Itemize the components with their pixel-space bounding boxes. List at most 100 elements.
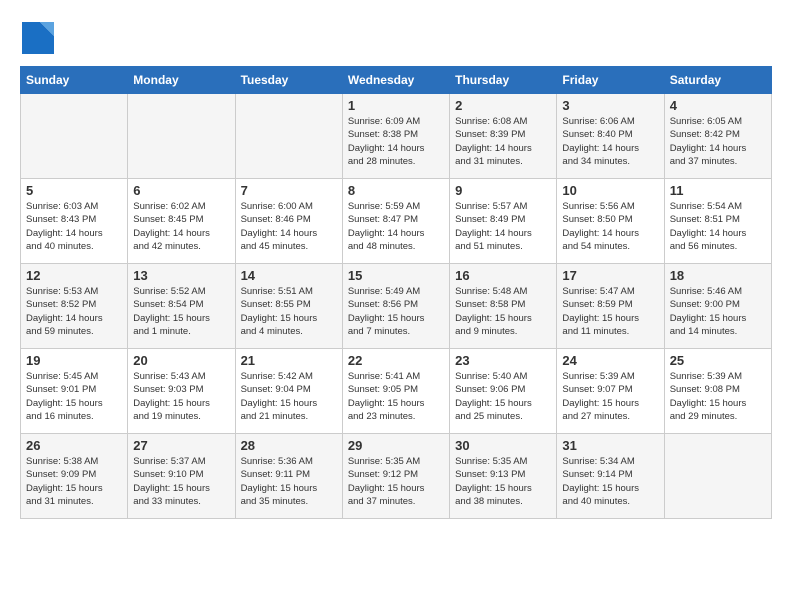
day-info: Sunrise: 6:02 AM Sunset: 8:45 PM Dayligh… (133, 200, 229, 253)
day-number: 21 (241, 353, 337, 368)
calendar-cell: 21 Sunrise: 5:42 AM Sunset: 9:04 PM Dayli… (235, 349, 342, 434)
day-number: 13 (133, 268, 229, 283)
day-info: Sunrise: 5:34 AM Sunset: 9:14 PM Dayligh… (562, 455, 658, 508)
calendar-cell: 12 Sunrise: 5:53 AM Sunset: 8:52 PM Dayli… (21, 264, 128, 349)
calendar-cell: 11 Sunrise: 5:54 AM Sunset: 8:51 PM Dayli… (664, 179, 771, 264)
day-info: Sunrise: 5:39 AM Sunset: 9:08 PM Dayligh… (670, 370, 766, 423)
header-sunday: Sunday (21, 67, 128, 94)
day-number: 6 (133, 183, 229, 198)
day-number: 27 (133, 438, 229, 453)
calendar-cell (21, 94, 128, 179)
day-number: 30 (455, 438, 551, 453)
day-number: 16 (455, 268, 551, 283)
week-row-1: 1 Sunrise: 6:09 AM Sunset: 8:38 PM Daylig… (21, 94, 772, 179)
day-info: Sunrise: 5:49 AM Sunset: 8:56 PM Dayligh… (348, 285, 444, 338)
day-number: 19 (26, 353, 122, 368)
calendar-cell: 1 Sunrise: 6:09 AM Sunset: 8:38 PM Daylig… (342, 94, 449, 179)
week-row-3: 12 Sunrise: 5:53 AM Sunset: 8:52 PM Dayli… (21, 264, 772, 349)
day-number: 24 (562, 353, 658, 368)
day-number: 8 (348, 183, 444, 198)
day-number: 23 (455, 353, 551, 368)
calendar-cell: 15 Sunrise: 5:49 AM Sunset: 8:56 PM Dayli… (342, 264, 449, 349)
header-friday: Friday (557, 67, 664, 94)
day-number: 14 (241, 268, 337, 283)
day-info: Sunrise: 5:41 AM Sunset: 9:05 PM Dayligh… (348, 370, 444, 423)
calendar-cell: 2Sunrise: 6:08 AM Sunset: 8:39 PM Daylig… (450, 94, 557, 179)
header-saturday: Saturday (664, 67, 771, 94)
calendar-cell (664, 434, 771, 519)
calendar-cell (235, 94, 342, 179)
day-info: Sunrise: 5:47 AM Sunset: 8:59 PM Dayligh… (562, 285, 658, 338)
day-number: 25 (670, 353, 766, 368)
day-info: Sunrise: 5:51 AM Sunset: 8:55 PM Dayligh… (241, 285, 337, 338)
calendar-cell: 4Sunrise: 6:05 AM Sunset: 8:42 PM Daylig… (664, 94, 771, 179)
week-row-2: 5Sunrise: 6:03 AM Sunset: 8:43 PM Daylig… (21, 179, 772, 264)
day-number: 3 (562, 98, 658, 113)
calendar-cell: 28 Sunrise: 5:36 AM Sunset: 9:11 PM Dayli… (235, 434, 342, 519)
day-info: Sunrise: 5:56 AM Sunset: 8:50 PM Dayligh… (562, 200, 658, 253)
weekday-header-row: SundayMondayTuesdayWednesdayThursdayFrid… (21, 67, 772, 94)
day-info: Sunrise: 5:59 AM Sunset: 8:47 PM Dayligh… (348, 200, 444, 253)
calendar-cell: 7Sunrise: 6:00 AM Sunset: 8:46 PM Daylig… (235, 179, 342, 264)
week-row-4: 19 Sunrise: 5:45 AM Sunset: 9:01 PM Dayli… (21, 349, 772, 434)
calendar-cell (128, 94, 235, 179)
day-number: 29 (348, 438, 444, 453)
calendar-cell: 18 Sunrise: 5:46 AM Sunset: 9:00 PM Dayli… (664, 264, 771, 349)
day-info: Sunrise: 6:00 AM Sunset: 8:46 PM Dayligh… (241, 200, 337, 253)
header-monday: Monday (128, 67, 235, 94)
header-tuesday: Tuesday (235, 67, 342, 94)
calendar-cell: 25 Sunrise: 5:39 AM Sunset: 9:08 PM Dayli… (664, 349, 771, 434)
day-number: 12 (26, 268, 122, 283)
day-info: Sunrise: 6:05 AM Sunset: 8:42 PM Dayligh… (670, 115, 766, 168)
calendar-cell: 19 Sunrise: 5:45 AM Sunset: 9:01 PM Dayli… (21, 349, 128, 434)
calendar-cell: 29 Sunrise: 5:35 AM Sunset: 9:12 PM Dayli… (342, 434, 449, 519)
calendar-cell: 23 Sunrise: 5:40 AM Sunset: 9:06 PM Dayli… (450, 349, 557, 434)
day-number: 26 (26, 438, 122, 453)
calendar-cell: 17 Sunrise: 5:47 AM Sunset: 8:59 PM Dayli… (557, 264, 664, 349)
calendar-cell: 9 Sunrise: 5:57 AM Sunset: 8:49 PM Daylig… (450, 179, 557, 264)
calendar-cell: 30 Sunrise: 5:35 AM Sunset: 9:13 PM Dayli… (450, 434, 557, 519)
day-number: 1 (348, 98, 444, 113)
calendar-cell: 16 Sunrise: 5:48 AM Sunset: 8:58 PM Dayli… (450, 264, 557, 349)
calendar-cell: 8 Sunrise: 5:59 AM Sunset: 8:47 PM Daylig… (342, 179, 449, 264)
day-info: Sunrise: 5:38 AM Sunset: 9:09 PM Dayligh… (26, 455, 122, 508)
day-info: Sunrise: 5:40 AM Sunset: 9:06 PM Dayligh… (455, 370, 551, 423)
day-number: 10 (562, 183, 658, 198)
calendar-cell: 14 Sunrise: 5:51 AM Sunset: 8:55 PM Dayli… (235, 264, 342, 349)
day-info: Sunrise: 6:09 AM Sunset: 8:38 PM Dayligh… (348, 115, 444, 168)
day-info: Sunrise: 5:35 AM Sunset: 9:13 PM Dayligh… (455, 455, 551, 508)
day-info: Sunrise: 5:43 AM Sunset: 9:03 PM Dayligh… (133, 370, 229, 423)
calendar-cell: 26 Sunrise: 5:38 AM Sunset: 9:09 PM Dayli… (21, 434, 128, 519)
calendar-cell: 27Sunrise: 5:37 AM Sunset: 9:10 PM Dayli… (128, 434, 235, 519)
day-number: 18 (670, 268, 766, 283)
calendar-cell: 3 Sunrise: 6:06 AM Sunset: 8:40 PM Daylig… (557, 94, 664, 179)
day-info: Sunrise: 5:45 AM Sunset: 9:01 PM Dayligh… (26, 370, 122, 423)
calendar-cell: 24Sunrise: 5:39 AM Sunset: 9:07 PM Dayli… (557, 349, 664, 434)
day-number: 28 (241, 438, 337, 453)
day-info: Sunrise: 5:53 AM Sunset: 8:52 PM Dayligh… (26, 285, 122, 338)
day-number: 9 (455, 183, 551, 198)
day-info: Sunrise: 5:46 AM Sunset: 9:00 PM Dayligh… (670, 285, 766, 338)
calendar-cell: 22 Sunrise: 5:41 AM Sunset: 9:05 PM Dayli… (342, 349, 449, 434)
day-info: Sunrise: 5:36 AM Sunset: 9:11 PM Dayligh… (241, 455, 337, 508)
day-info: Sunrise: 5:35 AM Sunset: 9:12 PM Dayligh… (348, 455, 444, 508)
day-number: 31 (562, 438, 658, 453)
calendar-cell: 31 Sunrise: 5:34 AM Sunset: 9:14 PM Dayli… (557, 434, 664, 519)
day-info: Sunrise: 5:42 AM Sunset: 9:04 PM Dayligh… (241, 370, 337, 423)
day-info: Sunrise: 5:54 AM Sunset: 8:51 PM Dayligh… (670, 200, 766, 253)
week-row-5: 26 Sunrise: 5:38 AM Sunset: 9:09 PM Dayli… (21, 434, 772, 519)
day-number: 22 (348, 353, 444, 368)
day-info: Sunrise: 5:48 AM Sunset: 8:58 PM Dayligh… (455, 285, 551, 338)
calendar-cell: 13Sunrise: 5:52 AM Sunset: 8:54 PM Dayli… (128, 264, 235, 349)
calendar-table: SundayMondayTuesdayWednesdayThursdayFrid… (20, 66, 772, 519)
calendar-cell: 10 Sunrise: 5:56 AM Sunset: 8:50 PM Dayli… (557, 179, 664, 264)
day-number: 17 (562, 268, 658, 283)
calendar-cell: 5Sunrise: 6:03 AM Sunset: 8:43 PM Daylig… (21, 179, 128, 264)
calendar-cell: 20Sunrise: 5:43 AM Sunset: 9:03 PM Dayli… (128, 349, 235, 434)
day-info: Sunrise: 6:06 AM Sunset: 8:40 PM Dayligh… (562, 115, 658, 168)
day-info: Sunrise: 5:57 AM Sunset: 8:49 PM Dayligh… (455, 200, 551, 253)
logo (20, 20, 60, 56)
day-number: 5 (26, 183, 122, 198)
day-number: 11 (670, 183, 766, 198)
day-number: 15 (348, 268, 444, 283)
